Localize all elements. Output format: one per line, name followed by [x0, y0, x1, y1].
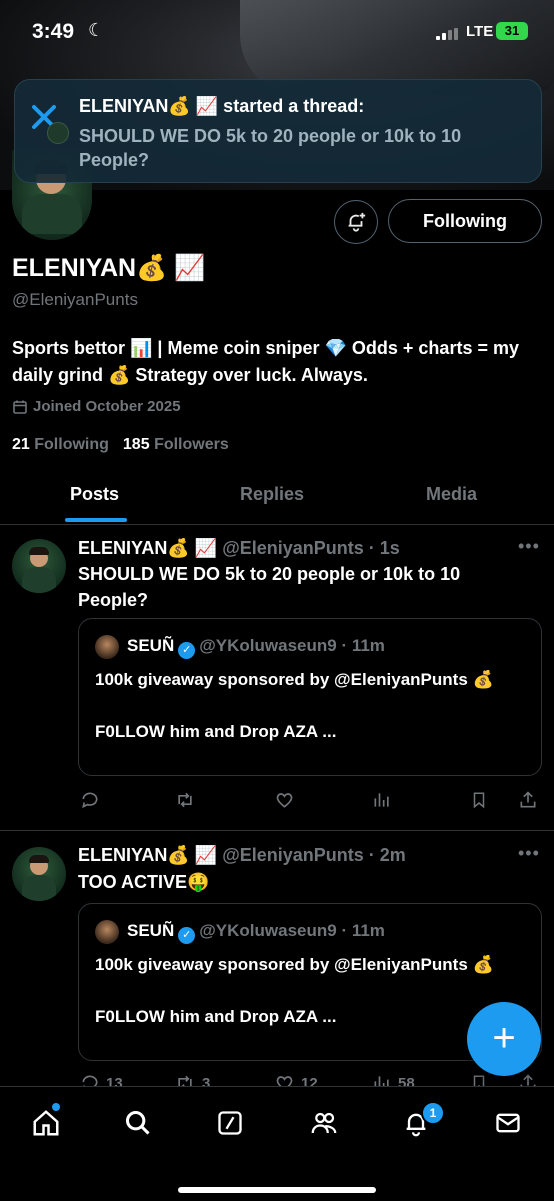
repost-button[interactable]	[174, 790, 196, 810]
home-indicator	[178, 1187, 376, 1193]
post-meta: @EleniyanPunts · 2m	[222, 845, 406, 865]
grok-icon	[218, 1111, 242, 1135]
following-count: 21	[12, 436, 30, 453]
quote-header: SEUÑ ✓ @YKoluwaseun9 · 11m	[127, 921, 385, 944]
battery-icon: 31	[496, 22, 528, 40]
bottom-nav: 1	[0, 1086, 554, 1201]
notification-body: SHOULD WE DO 5k to 20 people or 10k to 1…	[79, 126, 462, 170]
like-button[interactable]	[274, 790, 295, 810]
search-icon	[125, 1110, 150, 1135]
quote-meta: @YKoluwaseun9 · 11m	[199, 921, 385, 940]
quote-author-name: SEUÑ	[127, 921, 175, 940]
bookmark-button[interactable]	[470, 790, 488, 810]
bookmark-icon	[473, 792, 485, 809]
post-header: ELENIYAN💰 📈 @EleniyanPunts · 2m	[78, 845, 406, 866]
communities-icon	[311, 1112, 337, 1134]
nav-home[interactable]	[30, 1107, 62, 1139]
views-icon	[374, 793, 389, 807]
quote-text: 100k giveaway sponsored by @EleniyanPunt…	[95, 670, 494, 741]
post-avatar[interactable]	[12, 847, 66, 901]
followers-link[interactable]: 185 Followers	[123, 436, 229, 453]
following-text: Following	[34, 436, 109, 453]
post-text: SHOULD WE DO 5k to 20 people or 10k to 1…	[78, 564, 461, 610]
verified-icon: ✓	[178, 642, 196, 659]
verified-icon: ✓	[178, 927, 196, 944]
quote-author-name: SEUÑ	[127, 636, 175, 655]
reply-icon	[82, 792, 98, 809]
home-unread-dot	[52, 1103, 60, 1111]
nav-grok[interactable]	[214, 1107, 246, 1139]
reply-button[interactable]	[80, 790, 100, 810]
more-options-icon[interactable]: •••	[518, 536, 540, 557]
notification-badge: 1	[421, 1101, 445, 1125]
notification-avatar	[47, 122, 69, 144]
joined-text: Joined October 2025	[33, 398, 181, 415]
views-button[interactable]	[372, 790, 392, 810]
bell-plus-icon	[348, 212, 366, 232]
repost-icon	[178, 792, 192, 808]
followers-count: 185	[122, 436, 150, 453]
nav-messages[interactable]	[492, 1107, 524, 1139]
joined-date: Joined October 2025	[12, 398, 181, 415]
status-bar: 3:49 ☾ LTE 31	[0, 14, 554, 50]
status-time: 3:49	[32, 20, 75, 43]
share-icon	[520, 791, 536, 808]
nav-search[interactable]	[122, 1107, 154, 1139]
following-link[interactable]: 21 Following	[12, 436, 109, 453]
tab-media[interactable]: Media	[426, 484, 477, 505]
notifications-bell-button[interactable]	[334, 200, 378, 244]
more-options-icon[interactable]: •••	[518, 843, 540, 864]
post-actions	[78, 790, 540, 814]
moon-icon: ☾	[88, 20, 105, 40]
followers-text: Followers	[154, 436, 229, 453]
share-button[interactable]	[518, 790, 538, 810]
post-avatar[interactable]	[12, 539, 66, 593]
active-tab-indicator	[65, 518, 127, 522]
compose-button[interactable]: +	[467, 1002, 541, 1076]
calendar-icon	[13, 400, 27, 414]
post[interactable]: ELENIYAN💰 📈 @EleniyanPunts · 1s ••• SHOU…	[0, 525, 554, 831]
quote-header: SEUÑ ✓ @YKoluwaseun9 · 11m	[127, 636, 385, 659]
profile-display-name: ELENIYAN💰 📈	[12, 254, 206, 282]
quote-meta: @YKoluwaseun9 · 11m	[199, 636, 385, 655]
profile-handle: @EleniyanPunts	[12, 290, 138, 309]
post-header: ELENIYAN💰 📈 @EleniyanPunts · 1s	[78, 538, 400, 559]
following-button[interactable]: Following	[388, 199, 542, 243]
quote-avatar	[95, 920, 119, 944]
notification-title: ELENIYAN💰 📈 started a thread:	[79, 96, 365, 116]
nav-communities[interactable]	[308, 1107, 340, 1139]
network-label: LTE	[466, 23, 494, 40]
tab-replies[interactable]: Replies	[240, 484, 304, 505]
follow-counts: 21 Following 185 Followers	[12, 436, 229, 454]
post-meta: @EleniyanPunts · 1s	[222, 538, 400, 558]
heart-icon	[276, 793, 293, 808]
tab-posts[interactable]: Posts	[70, 484, 119, 505]
post-text: TOO ACTIVE🤑	[78, 872, 210, 892]
notification-banner[interactable]: ELENIYAN💰 📈 started a thread: SHOULD WE …	[14, 79, 542, 183]
quoted-post[interactable]: SEUÑ ✓ @YKoluwaseun9 · 11m 100k giveaway s…	[78, 618, 542, 776]
profile-bio: Sports bettor 📊 | Meme coin sniper 💎 Odd…	[12, 338, 519, 385]
post-author-name[interactable]: ELENIYAN💰 📈	[78, 845, 217, 865]
mail-icon	[496, 1113, 520, 1133]
signal-icon	[436, 28, 458, 40]
quote-avatar	[95, 635, 119, 659]
quote-text: 100k giveaway sponsored by @EleniyanPunt…	[95, 955, 494, 1026]
home-icon	[33, 1110, 59, 1136]
post-author-name[interactable]: ELENIYAN💰 📈	[78, 538, 217, 558]
